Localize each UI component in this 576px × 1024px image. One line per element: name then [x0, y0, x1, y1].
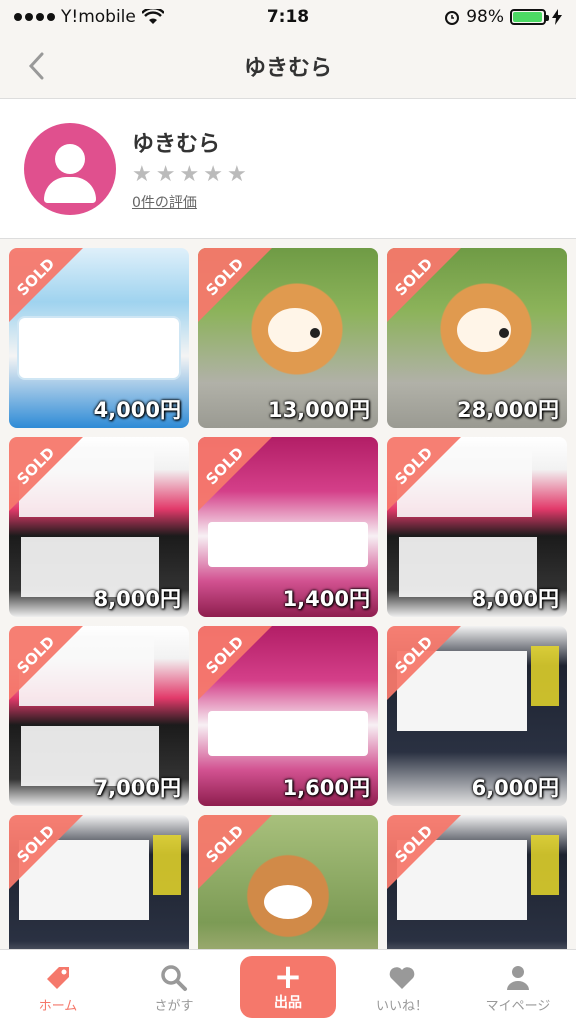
- battery-icon: [510, 9, 549, 25]
- product-price: 4,000円: [93, 398, 181, 422]
- item-grid: SOLD 4,000円 SOLD 13,000円 SOLD 28,000円 SOLD 8,00…: [9, 248, 569, 995]
- star-icon: ★: [179, 161, 200, 187]
- avatar: [24, 122, 116, 215]
- product-card[interactable]: SOLD 28,000円: [387, 248, 567, 428]
- page-title: ゆきむら: [243, 56, 332, 81]
- battery-percent: 98%: [466, 7, 504, 27]
- tab-home-label: ホーム: [38, 998, 78, 1014]
- carrier-label: Y!mobile: [61, 7, 136, 27]
- product-price: 1,600円: [282, 776, 370, 800]
- sell-label: 出品: [274, 995, 302, 1011]
- product-price: 28,000円: [456, 398, 559, 422]
- signal-icon: [14, 13, 55, 21]
- person-icon: [507, 965, 529, 990]
- nav-bar: ゆきむら: [0, 34, 576, 99]
- product-card[interactable]: SOLD 13,000円: [198, 248, 378, 428]
- product-card[interactable]: SOLD 4,000円: [9, 248, 189, 428]
- alarm-icon: [445, 11, 460, 25]
- tab-likes-label: いいね！: [375, 998, 428, 1014]
- tab-bar: ホーム さがす + 出品 いいね！ マイページ: [0, 949, 576, 1024]
- star-icon: ★: [226, 161, 247, 187]
- product-card[interactable]: SOLD 1,400円: [198, 437, 378, 617]
- product-price: 8,000円: [93, 587, 181, 611]
- back-button[interactable]: [18, 48, 54, 84]
- tab-mypage[interactable]: マイページ: [468, 961, 568, 1014]
- heart-icon: [389, 966, 415, 989]
- product-price: 8,000円: [471, 587, 559, 611]
- tab-search[interactable]: さがす: [124, 961, 224, 1014]
- star-icon: ★: [155, 161, 176, 187]
- tab-search-label: さがす: [154, 998, 194, 1014]
- profile-header: ゆきむら ★ ★ ★ ★ ★ 0件の評価: [0, 99, 576, 239]
- charging-icon: [552, 9, 562, 25]
- star-icon: ★: [132, 161, 152, 187]
- product-card[interactable]: SOLD 1,600円: [198, 626, 378, 806]
- search-icon: [161, 964, 187, 991]
- profile-name: ゆきむら: [132, 131, 221, 157]
- rating-stars: ★ ★ ★ ★ ★: [132, 161, 247, 187]
- chevron-left-icon: [28, 52, 44, 80]
- product-price: 7,000円: [93, 776, 181, 800]
- tag-icon: [47, 966, 69, 989]
- product-card[interactable]: SOLD 7,000円: [9, 626, 189, 806]
- tab-mypage-label: マイページ: [485, 998, 551, 1014]
- wifi-icon: [141, 9, 164, 24]
- product-card[interactable]: SOLD 8,000円: [387, 437, 567, 617]
- tab-home[interactable]: ホーム: [8, 961, 108, 1014]
- product-card[interactable]: SOLD 8,000円: [9, 437, 189, 617]
- status-bar: Y!mobile 7:18 98%: [0, 0, 576, 34]
- product-price: 6,000円: [471, 776, 559, 800]
- product-price: 13,000円: [267, 398, 370, 422]
- reviews-link[interactable]: 0件の評価: [132, 192, 247, 212]
- plus-icon: +: [273, 957, 303, 997]
- tab-likes[interactable]: いいね！: [352, 961, 452, 1014]
- sell-button[interactable]: + 出品: [240, 956, 336, 1018]
- product-card[interactable]: SOLD 6,000円: [387, 626, 567, 806]
- star-icon: ★: [203, 161, 223, 187]
- product-price: 1,400円: [282, 587, 370, 611]
